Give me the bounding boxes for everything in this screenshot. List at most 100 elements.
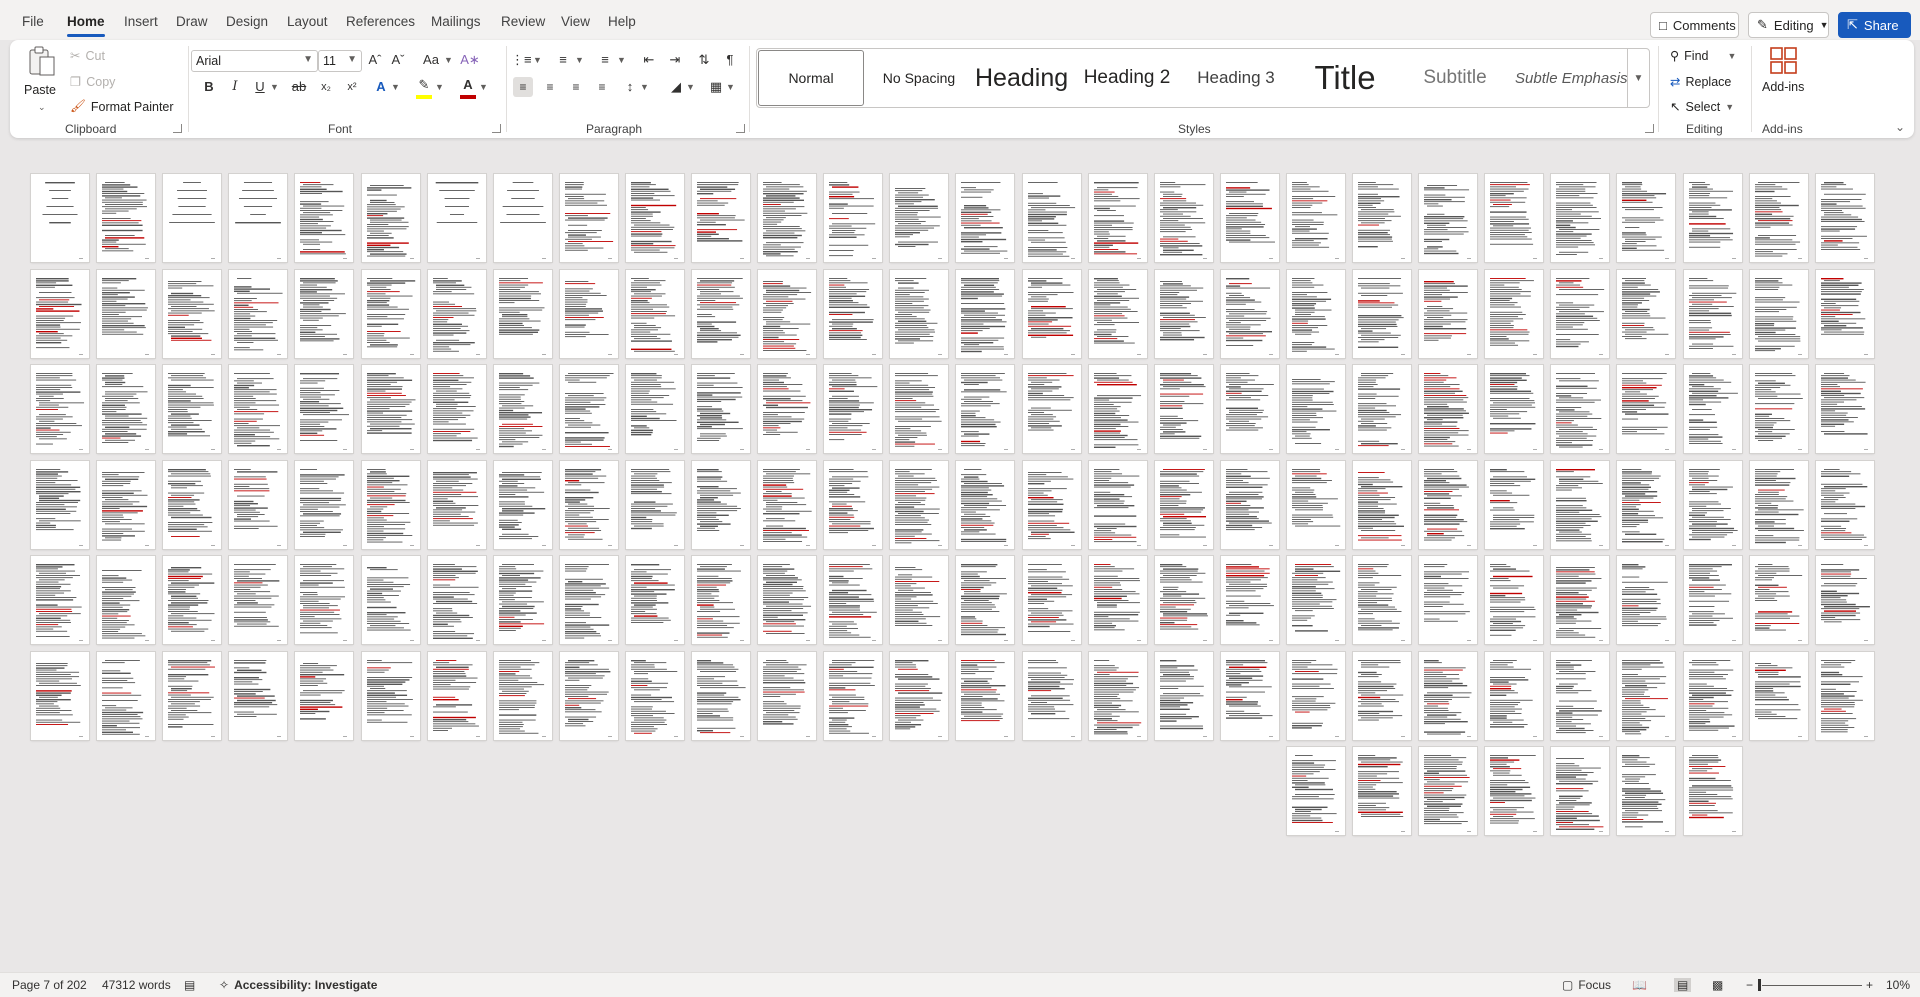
chevron-down-icon[interactable]: ▼ bbox=[617, 50, 626, 70]
page-thumbnail[interactable] bbox=[1419, 174, 1478, 262]
page-thumbnail[interactable] bbox=[1617, 269, 1676, 358]
page-thumbnail[interactable] bbox=[956, 460, 1015, 549]
page-thumbnail[interactable] bbox=[97, 651, 156, 740]
page-thumbnail[interactable] bbox=[1286, 747, 1345, 835]
replace-button[interactable]: ⇄ Replace bbox=[1670, 74, 1731, 90]
web-layout-icon[interactable]: ▩ bbox=[1712, 978, 1723, 992]
page-thumbnail[interactable] bbox=[1154, 365, 1213, 453]
page-thumbnail[interactable] bbox=[1815, 651, 1874, 740]
page-thumbnail[interactable] bbox=[559, 460, 618, 549]
page-thumbnail[interactable] bbox=[890, 269, 949, 358]
tab-review[interactable]: Review bbox=[501, 14, 545, 29]
page-thumbnail[interactable] bbox=[824, 174, 883, 262]
page-thumbnail[interactable] bbox=[559, 365, 618, 453]
chevron-down-icon[interactable]: ▼ bbox=[391, 77, 400, 97]
decrease-indent-icon[interactable]: ⇤ bbox=[639, 50, 659, 70]
page-thumbnail[interactable] bbox=[1220, 556, 1279, 644]
page-thumbnail[interactable] bbox=[427, 556, 486, 644]
page-thumbnail[interactable] bbox=[1220, 460, 1279, 549]
page-thumbnail[interactable] bbox=[361, 365, 420, 453]
cut-button[interactable]: ✂ Cut bbox=[70, 48, 105, 64]
chevron-down-icon[interactable]: ▼ bbox=[435, 77, 444, 97]
page-thumbnail[interactable] bbox=[758, 269, 817, 358]
page-thumbnail[interactable] bbox=[559, 269, 618, 358]
page-thumbnail[interactable] bbox=[1815, 365, 1874, 453]
paste-button[interactable]: Paste bbox=[24, 46, 60, 102]
align-center-icon[interactable]: ≡ bbox=[540, 77, 560, 97]
page-thumbnail[interactable] bbox=[31, 174, 89, 262]
page-thumbnail[interactable] bbox=[1683, 460, 1742, 549]
find-button[interactable]: ⚲ Find ▼ bbox=[1670, 48, 1736, 64]
page-thumbnail[interactable] bbox=[427, 365, 486, 453]
page-thumbnail[interactable] bbox=[1617, 365, 1676, 453]
page-thumbnail[interactable] bbox=[1220, 651, 1279, 740]
page-thumbnail[interactable] bbox=[31, 269, 89, 358]
page-thumbnail[interactable] bbox=[1419, 365, 1478, 453]
page-thumbnail[interactable] bbox=[625, 269, 684, 358]
page-thumbnail[interactable] bbox=[692, 365, 750, 453]
page-info[interactable]: Page 7 of 202 bbox=[12, 978, 87, 992]
multilevel-list-icon[interactable]: ≡ bbox=[595, 50, 615, 70]
tab-file[interactable]: File bbox=[22, 14, 44, 29]
page-thumbnail[interactable] bbox=[163, 174, 222, 262]
chevron-down-icon[interactable]: ▼ bbox=[640, 77, 649, 97]
styles-more-button[interactable]: ▼ bbox=[1627, 49, 1649, 107]
grow-font-icon[interactable]: Aˆ bbox=[365, 50, 385, 70]
page-thumbnail[interactable] bbox=[361, 651, 420, 740]
subscript-icon[interactable]: x₂ bbox=[316, 77, 336, 97]
page-thumbnail[interactable] bbox=[31, 651, 89, 740]
tab-layout[interactable]: Layout bbox=[287, 14, 328, 29]
page-thumbnail[interactable] bbox=[493, 460, 552, 549]
page-thumbnail[interactable] bbox=[956, 269, 1015, 358]
style-subtle-emphasis[interactable]: Subtle Emphasis bbox=[1511, 50, 1627, 106]
page-thumbnail[interactable] bbox=[295, 556, 354, 644]
page-thumbnail[interactable] bbox=[427, 174, 486, 262]
page-thumbnail[interactable] bbox=[361, 556, 420, 644]
page-thumbnail[interactable] bbox=[559, 556, 618, 644]
tab-mailings[interactable]: Mailings bbox=[431, 14, 481, 29]
page-thumbnail[interactable] bbox=[559, 651, 618, 740]
page-thumbnail[interactable] bbox=[956, 365, 1015, 453]
page-thumbnail[interactable] bbox=[1419, 747, 1478, 835]
page-thumbnail[interactable] bbox=[1154, 651, 1213, 740]
page-thumbnail[interactable] bbox=[97, 174, 156, 262]
clear-formatting-icon[interactable]: A∗ bbox=[460, 50, 480, 70]
tab-draw[interactable]: Draw bbox=[176, 14, 208, 29]
page-thumbnail[interactable] bbox=[824, 556, 883, 644]
page-thumbnail[interactable] bbox=[890, 651, 949, 740]
page-thumbnail[interactable] bbox=[890, 174, 949, 262]
copy-button[interactable]: ❐ Copy bbox=[70, 74, 115, 90]
page-thumbnail[interactable] bbox=[1683, 365, 1742, 453]
word-count[interactable]: 47312 words bbox=[102, 978, 171, 992]
editing-mode-button[interactable]: ✎ Editing ▼ bbox=[1748, 12, 1829, 38]
page-thumbnail[interactable] bbox=[1419, 460, 1478, 549]
collapse-ribbon-icon[interactable]: ⌄ bbox=[1895, 120, 1905, 134]
align-left-icon[interactable]: ≡ bbox=[513, 77, 533, 97]
page-thumbnail[interactable] bbox=[692, 651, 750, 740]
page-thumbnail[interactable] bbox=[1353, 365, 1411, 453]
page-thumbnail[interactable] bbox=[1683, 174, 1742, 262]
clipboard-dialog-launcher[interactable] bbox=[173, 124, 182, 133]
page-thumbnail[interactable] bbox=[1551, 174, 1610, 262]
page-thumbnail[interactable] bbox=[1551, 460, 1610, 549]
page-thumbnail[interactable] bbox=[1286, 460, 1345, 549]
page-thumbnail[interactable] bbox=[1088, 269, 1147, 358]
page-thumbnail[interactable] bbox=[1749, 460, 1808, 549]
share-button[interactable]: ⇱ Share bbox=[1838, 12, 1911, 38]
page-thumbnail[interactable] bbox=[163, 365, 222, 453]
page-thumbnail[interactable] bbox=[427, 269, 486, 358]
page-thumbnail[interactable] bbox=[361, 174, 420, 262]
page-thumbnail[interactable] bbox=[493, 556, 552, 644]
page-thumbnail[interactable] bbox=[1088, 460, 1147, 549]
page-thumbnail[interactable] bbox=[1683, 747, 1742, 835]
font-size-combo[interactable]: 11 ▼ bbox=[318, 50, 362, 72]
page-thumbnail[interactable] bbox=[956, 651, 1015, 740]
page-thumbnail[interactable] bbox=[229, 460, 288, 549]
increase-indent-icon[interactable]: ⇥ bbox=[665, 50, 685, 70]
focus-mode-button[interactable]: ▢ Focus bbox=[1562, 978, 1611, 992]
chevron-down-icon[interactable]: ▼ bbox=[575, 50, 584, 70]
add-ins-button[interactable]: Add-ins bbox=[1758, 46, 1810, 102]
page-thumbnail[interactable] bbox=[1815, 269, 1874, 358]
page-thumbnail[interactable] bbox=[1419, 556, 1478, 644]
page-thumbnail[interactable] bbox=[229, 651, 288, 740]
